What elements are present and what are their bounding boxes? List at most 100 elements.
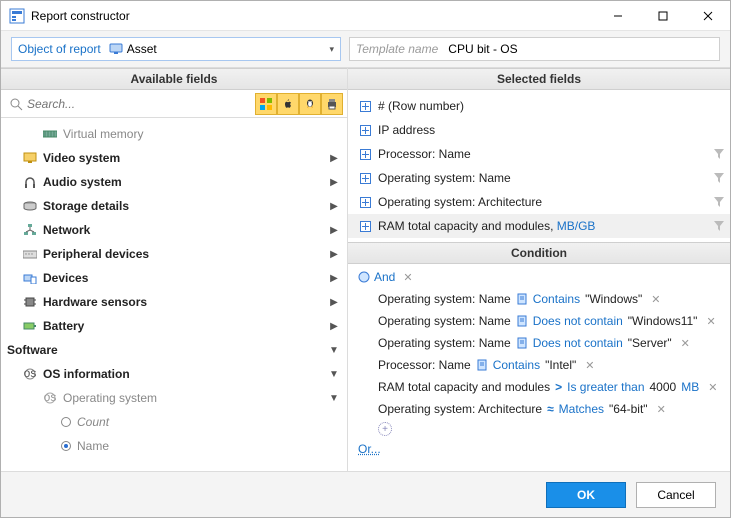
apple-filter-icon[interactable]: [277, 93, 299, 115]
tree-node-battery[interactable]: Battery▶: [1, 314, 347, 338]
cond-value[interactable]: "64-bit": [609, 402, 648, 416]
condition-row[interactable]: Operating system: Architecture≈Matches"6…: [358, 398, 720, 420]
cond-field: Operating system: Name: [378, 336, 511, 350]
keyboard-icon: [21, 249, 39, 259]
printer-filter-icon[interactable]: [321, 93, 343, 115]
op-icon: [516, 315, 528, 327]
condition-header: Condition: [348, 242, 730, 264]
cond-operator[interactable]: Matches: [559, 402, 604, 416]
remove-icon[interactable]: ✕: [651, 293, 660, 306]
remove-icon[interactable]: ✕: [585, 359, 594, 372]
cond-field: Processor: Name: [378, 358, 471, 372]
tree-node-os-info[interactable]: osOS information▼: [1, 362, 347, 386]
chevron-right-icon: ▶: [327, 273, 341, 284]
cond-unit[interactable]: MB: [681, 380, 699, 394]
tree-node-hw-sensors[interactable]: Hardware sensors▶: [1, 290, 347, 314]
remove-icon[interactable]: ✕: [681, 337, 690, 350]
template-name-input[interactable]: Template name CPU bit - OS: [349, 37, 720, 61]
ok-button[interactable]: OK: [546, 482, 626, 508]
cond-field: RAM total capacity and modules: [378, 380, 550, 394]
group-icon: [358, 271, 370, 283]
tree-leaf-name[interactable]: Name: [1, 434, 347, 458]
chevron-right-icon: ▶: [327, 321, 341, 332]
tree-leaf-count[interactable]: Count: [1, 410, 347, 434]
selected-field[interactable]: Operating system: Architecture: [348, 190, 730, 214]
cond-operator[interactable]: Does not contain: [533, 314, 623, 328]
selected-field[interactable]: RAM total capacity and modules, MB/GB: [348, 214, 730, 238]
radio-off-icon: [61, 417, 71, 427]
filter-icon[interactable]: [714, 173, 724, 183]
tree-node-operating-system[interactable]: osOperating system▼: [1, 386, 347, 410]
cond-value[interactable]: "Intel": [545, 358, 576, 372]
os-filter-buttons: [255, 93, 343, 115]
radio-on-icon: [61, 441, 71, 451]
selected-fields-list[interactable]: # (Row number) IP address Processor: Nam…: [348, 90, 730, 242]
cond-operator[interactable]: Contains: [533, 292, 580, 306]
expand-icon[interactable]: [358, 195, 372, 209]
cond-value[interactable]: "Windows": [585, 292, 642, 306]
cond-value[interactable]: "Windows11": [628, 314, 698, 328]
tree-node-devices[interactable]: Devices▶: [1, 266, 347, 290]
op-icon: [516, 337, 528, 349]
tree-node-virtual-memory[interactable]: Virtual memory: [1, 122, 347, 146]
search-row: [1, 90, 347, 118]
tree-node-video[interactable]: Video system▶: [1, 146, 347, 170]
close-button[interactable]: [685, 1, 730, 30]
and-group[interactable]: And ✕: [358, 270, 720, 284]
remove-icon[interactable]: ✕: [708, 381, 717, 394]
cond-operator[interactable]: Does not contain: [533, 336, 623, 350]
tree-node-network[interactable]: Network▶: [1, 218, 347, 242]
remove-icon[interactable]: ✕: [403, 271, 412, 284]
op-icon: >: [555, 380, 562, 394]
condition-row[interactable]: Operating system: NameContains"Windows"✕: [358, 288, 720, 310]
windows-filter-icon[interactable]: [255, 93, 277, 115]
chip-icon: [21, 296, 39, 308]
chevron-right-icon: ▶: [327, 225, 341, 236]
asset-icon: [109, 43, 123, 55]
maximize-button[interactable]: [640, 1, 685, 30]
cond-value[interactable]: 4000: [650, 380, 677, 394]
selected-field[interactable]: Processor: Name: [348, 142, 730, 166]
chevron-right-icon: ▶: [327, 249, 341, 260]
tree-section-software[interactable]: Software▼: [1, 338, 347, 362]
headphones-icon: [21, 176, 39, 188]
selected-field[interactable]: IP address: [348, 118, 730, 142]
os-icon: os: [21, 368, 39, 380]
cond-operator[interactable]: Contains: [493, 358, 540, 372]
cond-operator[interactable]: Is greater than: [567, 380, 644, 394]
cancel-button[interactable]: Cancel: [636, 482, 716, 508]
op-icon: [476, 359, 488, 371]
expand-icon[interactable]: [358, 171, 372, 185]
filter-icon[interactable]: [714, 221, 724, 231]
filter-icon[interactable]: [714, 149, 724, 159]
remove-icon[interactable]: ✕: [657, 403, 666, 416]
expand-icon[interactable]: [358, 123, 372, 137]
filter-icon[interactable]: [714, 197, 724, 207]
add-condition-button[interactable]: +: [378, 422, 392, 436]
object-combo[interactable]: Object of report Asset ▾: [11, 37, 341, 61]
expand-icon[interactable]: [358, 99, 372, 113]
fields-tree[interactable]: Virtual memory Video system▶ Audio syste…: [1, 118, 347, 471]
minimize-button[interactable]: [595, 1, 640, 30]
available-fields-panel: Available fields Virtual memory Video sy…: [1, 68, 348, 471]
selected-field[interactable]: Operating system: Name: [348, 166, 730, 190]
expand-icon[interactable]: [358, 147, 372, 161]
selected-field[interactable]: # (Row number): [348, 94, 730, 118]
condition-row[interactable]: Operating system: NameDoes not contain"W…: [358, 310, 720, 332]
or-link[interactable]: Or...: [358, 442, 381, 456]
condition-row[interactable]: Operating system: Name Does not contain "S…: [358, 332, 720, 354]
search-input[interactable]: [27, 94, 255, 114]
condition-row[interactable]: Processor: Name Contains "Intel" ✕: [358, 354, 720, 376]
battery-icon: [21, 321, 39, 331]
unit-link[interactable]: MB/GB: [557, 219, 596, 233]
object-value: Asset: [127, 42, 157, 56]
tree-node-audio[interactable]: Audio system▶: [1, 170, 347, 194]
template-value: CPU bit - OS: [448, 42, 517, 56]
condition-row[interactable]: RAM total capacity and modules > Is greate…: [358, 376, 720, 398]
linux-filter-icon[interactable]: [299, 93, 321, 115]
tree-node-storage[interactable]: Storage details▶: [1, 194, 347, 218]
remove-icon[interactable]: ✕: [706, 315, 715, 328]
tree-node-peripheral[interactable]: Peripheral devices▶: [1, 242, 347, 266]
cond-value[interactable]: "Server": [628, 336, 672, 350]
expand-icon[interactable]: [358, 219, 372, 233]
